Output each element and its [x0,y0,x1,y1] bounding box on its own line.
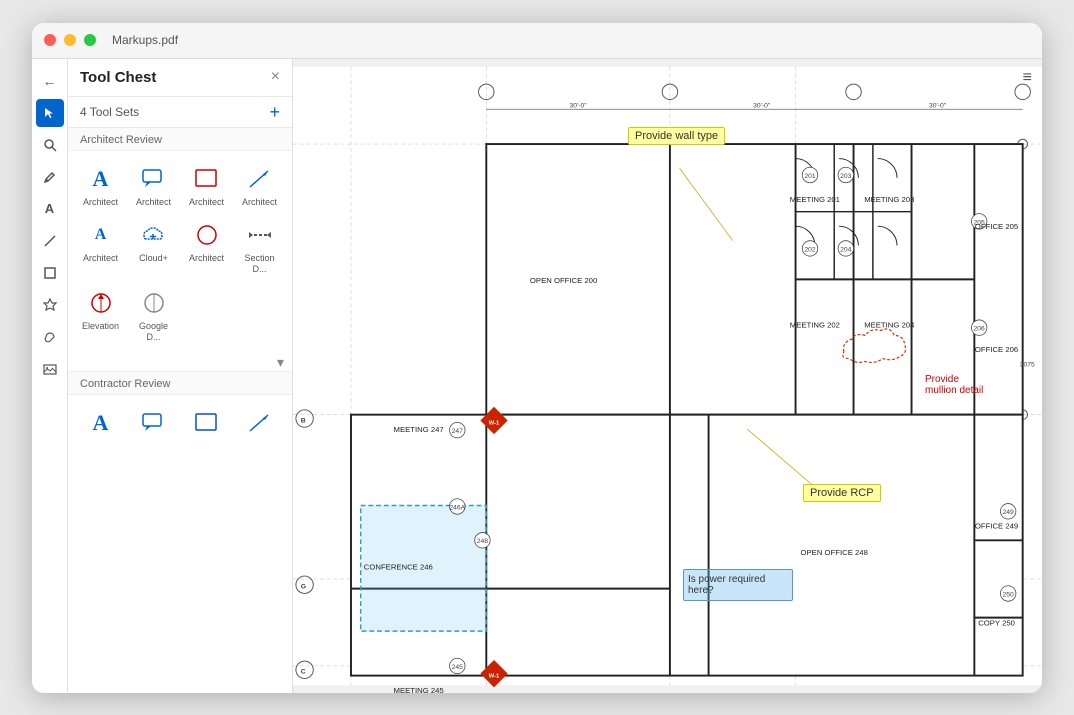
svg-text:247: 247 [452,428,464,435]
panel-title: Tool Chest [80,69,156,86]
svg-text:W-1: W-1 [489,673,500,679]
svg-text:30'-0": 30'-0" [570,102,588,109]
svg-text:250: 250 [1003,591,1015,598]
tool-architect-text2[interactable]: A Architect [76,215,125,279]
svg-text:203: 203 [840,172,852,179]
svg-text:248: 248 [477,538,489,545]
cursor-icon[interactable] [36,99,64,127]
text-tool-icon[interactable]: A [36,195,64,223]
panel-header: Tool Chest × [68,59,292,97]
add-tool-set-button[interactable]: + [269,103,280,121]
svg-text:206: 206 [974,325,986,332]
svg-text:246A: 246A [449,504,465,511]
blueprint-area[interactable]: ≡ .room-text { font-family: Arial, sans-… [293,59,1042,693]
tool-contractor-callout[interactable] [129,403,178,445]
svg-text:MEETING 202: MEETING 202 [790,320,840,329]
tool-architect-text[interactable]: A Architect [76,159,125,212]
tool-architect-circle[interactable]: Architect [182,215,231,279]
tool-architect-callout[interactable]: Architect [129,159,178,212]
image-icon[interactable] [36,355,64,383]
svg-text:OFFICE 205: OFFICE 205 [975,222,1018,231]
svg-text:30'-0": 30'-0" [929,102,947,109]
back-icon[interactable]: ← [36,67,64,95]
svg-text:OPEN OFFICE 200: OPEN OFFICE 200 [530,276,597,285]
icon-sidebar: ← A [32,59,68,693]
section-contractor-review: Contractor Review [68,371,292,395]
tool-sets-label: 4 Tool Sets [80,105,139,119]
tool-chest-panel: Tool Chest × 4 Tool Sets + Architect Rev… [68,59,293,693]
shapes-icon[interactable] [36,259,64,287]
minimize-button[interactable] [64,34,76,46]
app-window: Markups.pdf ← A [32,23,1042,693]
tool-cloudplus[interactable]: Cloud+ [129,215,178,279]
svg-text:MEETING 247: MEETING 247 [394,425,444,434]
close-button[interactable] [44,34,56,46]
tool-contractor-rect[interactable] [182,403,231,445]
svg-text:204: 204 [840,246,852,253]
contractor-tool-grid: A [68,395,292,453]
annotation-provide-wall-type[interactable]: Provide wall type [628,127,725,145]
tool-sections: Architect Review A Architect Architect [68,128,292,693]
svg-text:B: B [301,417,306,424]
svg-text:MEETING 201: MEETING 201 [790,195,840,204]
svg-text:CONFERENCE 246: CONFERENCE 246 [364,562,433,571]
svg-text:W-1: W-1 [489,420,500,426]
svg-text:249: 249 [1003,509,1015,516]
architect-tool-grid: A Architect Architect Architect [68,151,292,355]
tool-elevation[interactable]: Elevation [76,283,125,347]
title-bar: Markups.pdf [32,23,1042,59]
maximize-button[interactable] [84,34,96,46]
pen-icon[interactable] [36,163,64,191]
annotation-provide-rcp[interactable]: Provide RCP [803,484,881,502]
hamburger-menu[interactable]: ≡ [1023,69,1032,87]
svg-text:MEETING 203: MEETING 203 [864,195,914,204]
svg-text:OPEN OFFICE 248: OPEN OFFICE 248 [801,547,868,556]
tool-architect-arrow[interactable]: Architect [235,159,284,212]
svg-text:MEETING 204: MEETING 204 [864,320,915,329]
tool-architect-rect[interactable]: Architect [182,159,231,212]
svg-text:C: C [301,668,306,675]
filename-label: Markups.pdf [112,33,178,47]
svg-text:202: 202 [804,246,816,253]
tool-contractor-text[interactable]: A [76,403,125,445]
svg-text:COPY 250: COPY 250 [978,618,1015,627]
svg-text:OFFICE 249: OFFICE 249 [975,521,1018,530]
search-icon[interactable] [36,131,64,159]
svg-text:OFFICE 206: OFFICE 206 [975,344,1018,353]
svg-text:30'-0": 30'-0" [753,102,771,109]
tool-contractor-arrow[interactable] [235,403,284,445]
svg-text:MEETING 245: MEETING 245 [394,685,444,692]
svg-text:201: 201 [804,172,816,179]
panel-subheader: 4 Tool Sets + [68,97,292,128]
annotation-provide-mullion[interactable]: Providemullion detail [925,374,983,396]
section-architect-review: Architect Review [68,128,292,151]
scroll-down-icon[interactable]: ▾ [277,354,284,371]
svg-text:3075: 3075 [1020,361,1035,368]
tool-google-detail[interactable]: Google D... [129,283,178,347]
line-icon[interactable] [36,227,64,255]
attach-icon[interactable] [36,323,64,351]
annotation-power-required[interactable]: Is power required here? [683,569,793,601]
main-area: ← A [32,59,1042,693]
stamp-icon[interactable] [36,291,64,319]
svg-text:245: 245 [452,663,464,670]
tool-section-dash[interactable]: Section D... [235,215,284,279]
panel-close-button[interactable]: × [271,69,280,85]
svg-text:G: G [301,583,306,590]
